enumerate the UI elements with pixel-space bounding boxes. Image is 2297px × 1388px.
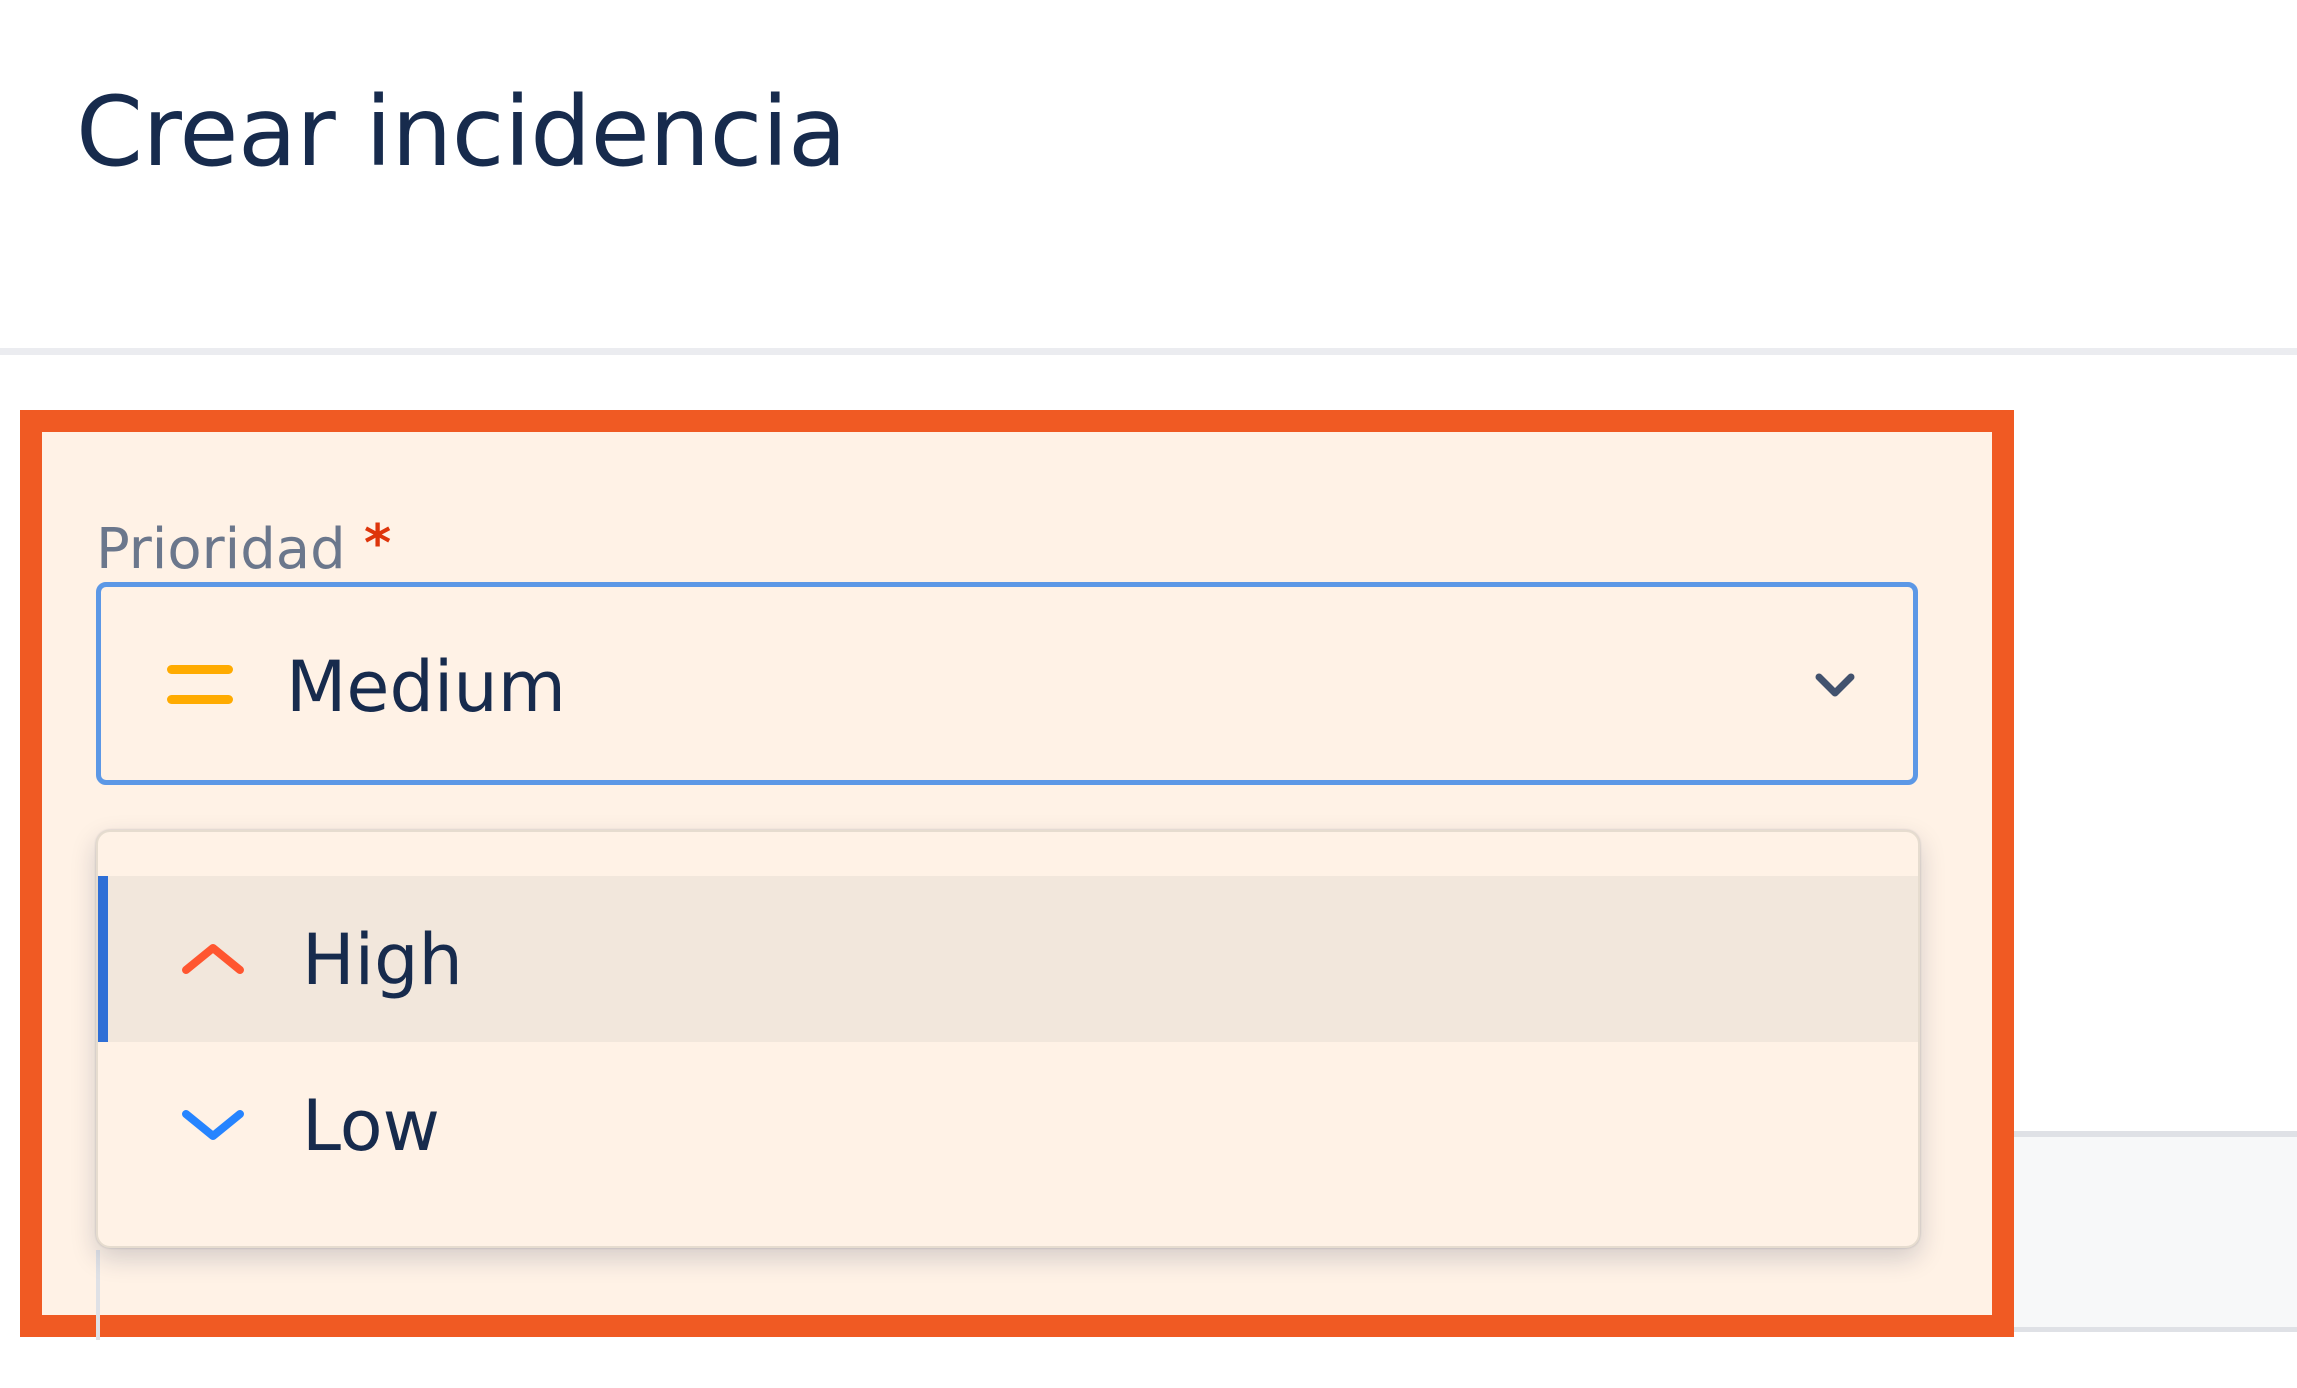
priority-option-low[interactable]: Low: [98, 1042, 1918, 1208]
priority-option-high[interactable]: High: [98, 876, 1918, 1042]
priority-option-label: Low: [302, 1085, 440, 1167]
create-issue-page: Crear incidencia Prioridad * Medium High…: [0, 0, 2297, 1388]
priority-high-icon: [182, 944, 244, 974]
underlying-form-field: [96, 1250, 1918, 1340]
priority-option-label: High: [302, 919, 463, 1001]
required-asterisk: *: [364, 514, 392, 574]
priority-medium-icon: [167, 665, 233, 704]
header-divider: [0, 348, 2297, 355]
highlight-annotation-frame: Prioridad * Medium High Low: [20, 410, 2014, 1340]
page-title: Crear incidencia: [76, 76, 847, 188]
priority-dropdown-menu: High Low: [96, 830, 1920, 1248]
priority-low-icon: [182, 1110, 244, 1140]
selected-priority-value: Medium: [286, 646, 566, 728]
chevron-down-icon[interactable]: [1811, 665, 1859, 705]
priority-field-label: Prioridad: [96, 517, 346, 582]
priority-select[interactable]: Medium: [96, 582, 1918, 785]
